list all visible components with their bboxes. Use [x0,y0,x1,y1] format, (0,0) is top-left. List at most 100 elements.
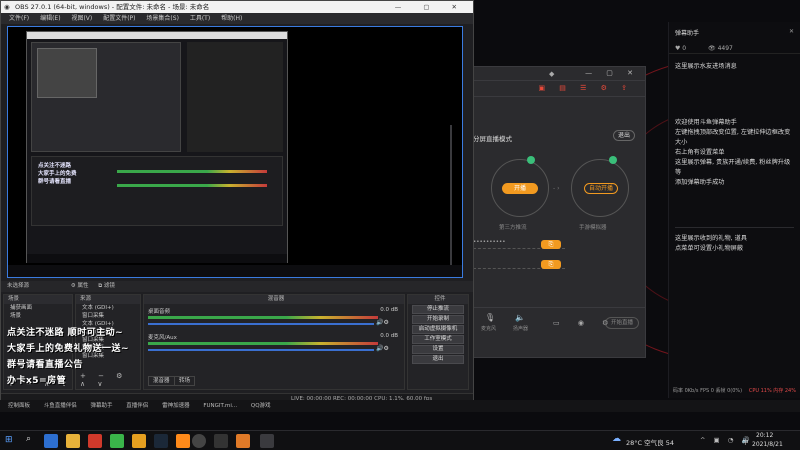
like-icon: ♥ 0 [675,45,687,52]
douyu-icon[interactable] [176,434,190,448]
app-icon[interactable] [132,434,146,448]
source-toolbar: 未选择源 ⚙ 属性 ⧉ 滤镜 [1,281,473,292]
stop-streaming-button[interactable]: 停止推流 [412,305,464,314]
office-icon[interactable] [88,434,102,448]
start-recording-button[interactable]: 开始录制 [412,315,464,324]
wechat-icon[interactable] [110,434,124,448]
right-caption: 手游模拟器 [579,225,607,231]
clock-time[interactable]: 20:12 [756,432,773,439]
app-icon[interactable] [214,434,228,448]
menu-profile[interactable]: 配置文件(P) [103,15,135,22]
menu-view[interactable]: 视图(V) [71,15,92,22]
search-icon[interactable]: ⌕ [26,434,31,444]
toolbar-icons[interactable]: ▣ ▤ ☰ ⚙ ⇪ [538,84,633,92]
obs-taskbar-icon[interactable] [192,434,206,448]
mixer-track-level: 0.0 dB [380,307,398,313]
start-push-button[interactable]: 开播 [502,183,538,194]
strip-item[interactable]: 斗鱼直播伴侣 [44,403,77,409]
obs-preview[interactable]: 点关注不迷路 大家手上的免费 群号请看直播 [7,26,463,278]
properties-button[interactable]: ⚙ 属性 [71,283,89,289]
virtual-camera-button[interactable]: 启动虚拟摄像机 [412,325,464,334]
obs-main-window[interactable]: ◉ OBS 27.0.1 (64-bit, windows) - 配置文件: 未… [0,0,474,404]
strip-item[interactable]: 直播伴侣 [126,403,148,409]
status-dot-icon [527,156,535,164]
exit-button[interactable]: 退出 [613,130,635,141]
tab-transitions[interactable]: 转场 [174,376,196,386]
danmaku-chat-panel[interactable]: 弹幕助手 ✕ ♥ 0 👁 4497 这里展示水友进场消息 欢迎使用斗鱼弹幕助手 … [668,22,800,398]
controls-dock: 控件 停止推流 开始录制 启动虚拟摄像机 工作室模式 设置 退出 [407,294,469,390]
mute-icon[interactable]: 🔊⚙ [376,319,389,326]
ime-indicator[interactable]: 中 [742,436,749,446]
obs-title: OBS 27.0.1 (64-bit, windows) - 配置文件: 未命名… [15,3,210,11]
controls-header: 控件 [408,295,468,304]
nested-caption-line: 大家手上的免费 [38,171,77,177]
sources-header: 来源 [76,295,140,304]
obs-titlebar: ◉ OBS 27.0.1 (64-bit, windows) - 配置文件: 未… [1,1,473,13]
app-icon[interactable] [260,434,274,448]
copy-key-button[interactable]: ⎘ [541,260,561,269]
arrow-icon: - › [553,185,560,192]
nested-caption: 点关注不迷路 大家手上的免费 群号请看直播 [38,161,84,191]
chat-header: 弹幕助手 [675,30,700,37]
filters-button[interactable]: ⧉ 滤镜 [98,283,115,289]
viewer-count: 4497 [717,45,733,52]
source-item[interactable]: 窗口采集 [76,312,140,320]
app-icon[interactable] [236,434,250,448]
nested-caption-line: 群号请看直播 [38,179,72,185]
speaker-icon[interactable]: 🔈 [515,313,525,322]
menu-scene-collection[interactable]: 场景集合(S) [146,15,179,22]
streaming-tool-window[interactable]: ◆ — ▢ ✕ ▣ ▤ ☰ ⚙ ⇪ 分屏直播模式 退出 开播 - › 自动开播 … [468,66,646,358]
strip-item[interactable]: FUNGIT.mi... [203,403,237,409]
auto-start-button[interactable]: 自动开播 [584,183,618,194]
left-caption: 第三方推流 [499,225,527,231]
chat-window-controls[interactable]: ✕ [789,28,794,35]
mixer-track-name: 桌面音频 [148,309,171,315]
weather-text[interactable]: 28°C 空气良 54 [626,437,674,447]
start-live-button[interactable]: 开始直播 [605,317,639,329]
studio-mode-button[interactable]: 工作室模式 [412,335,464,344]
file-explorer-icon[interactable] [66,434,80,448]
viewer-icon: 👁 [708,45,716,52]
window-controls[interactable]: — ▢ ✕ [585,69,639,77]
obs-window-controls[interactable]: — ▢ ✕ [395,1,467,13]
microphone-icon[interactable]: 🎙 [485,313,495,322]
menu-tools[interactable]: 工具(T) [190,15,210,22]
edge-icon[interactable] [44,434,58,448]
chat-line: 添加弹幕助手成功 [675,179,725,186]
no-source-label: 未选择源 [7,283,30,289]
push-stream-circle[interactable]: 开播 [491,159,549,217]
scenes-header: 场景 [4,295,72,304]
strip-item[interactable]: 雷神加速器 [162,403,190,409]
menu-edit[interactable]: 编辑(E) [40,15,60,22]
chat-line: 右上角有设置菜单 [675,149,725,156]
chat-footer-cpu: CPU 11% 内存 24% [748,388,796,394]
steam-icon[interactable] [154,434,168,448]
scene-item[interactable]: 捕获画面 [4,304,72,312]
strip-item[interactable]: 弹幕助手 [91,403,113,409]
windows-start-icon[interactable]: ⊞ [5,435,13,445]
menu-help[interactable]: 帮助(H) [221,15,242,22]
scene-item[interactable]: 场景 [4,312,72,320]
overlay-text-line: 大家手上的免费礼物送一送~ [7,344,130,354]
source-item[interactable]: 文本 (GDI+) [76,304,140,312]
mixer-track-level: 0.0 dB [380,333,398,339]
tab-mixer[interactable]: 混音器 [148,376,175,386]
overlay-text-line: 办卡x5=房管 [7,376,67,386]
auto-stream-circle[interactable]: 自动开播 [571,159,629,217]
strip-item[interactable]: 控制面板 [8,403,30,409]
clock-date[interactable]: 2021/8/21 [752,441,783,448]
copy-server-button[interactable]: ⎘ [541,240,561,249]
nested-taskbar [8,265,462,277]
chat-line: 这里展示弹幕, 贵族开通/续费, 粉丝牌升级等 [675,159,791,176]
menu-file[interactable]: 文件(F) [9,15,29,22]
exit-button[interactable]: 退出 [412,355,464,364]
mixer-dock: 混音器 桌面音频 0.0 dB 🔊⚙ 麦克风/Aux 0.0 dB 🔊⚙ 混音器… [143,294,405,390]
obs-logo-icon: ◉ [4,3,10,11]
strip-item[interactable]: QQ游戏 [251,403,271,409]
overlay-text-line: 群号请看直播公告 [7,360,84,370]
nested-obs-capture [26,31,288,263]
mute-icon[interactable]: 🔊⚙ [376,345,389,352]
source-dock-buttons[interactable]: + − ⚙ ∧ ∨ [80,372,140,388]
mixer-track-name: 麦克风/Aux [148,335,177,341]
settings-button[interactable]: 设置 [412,345,464,354]
